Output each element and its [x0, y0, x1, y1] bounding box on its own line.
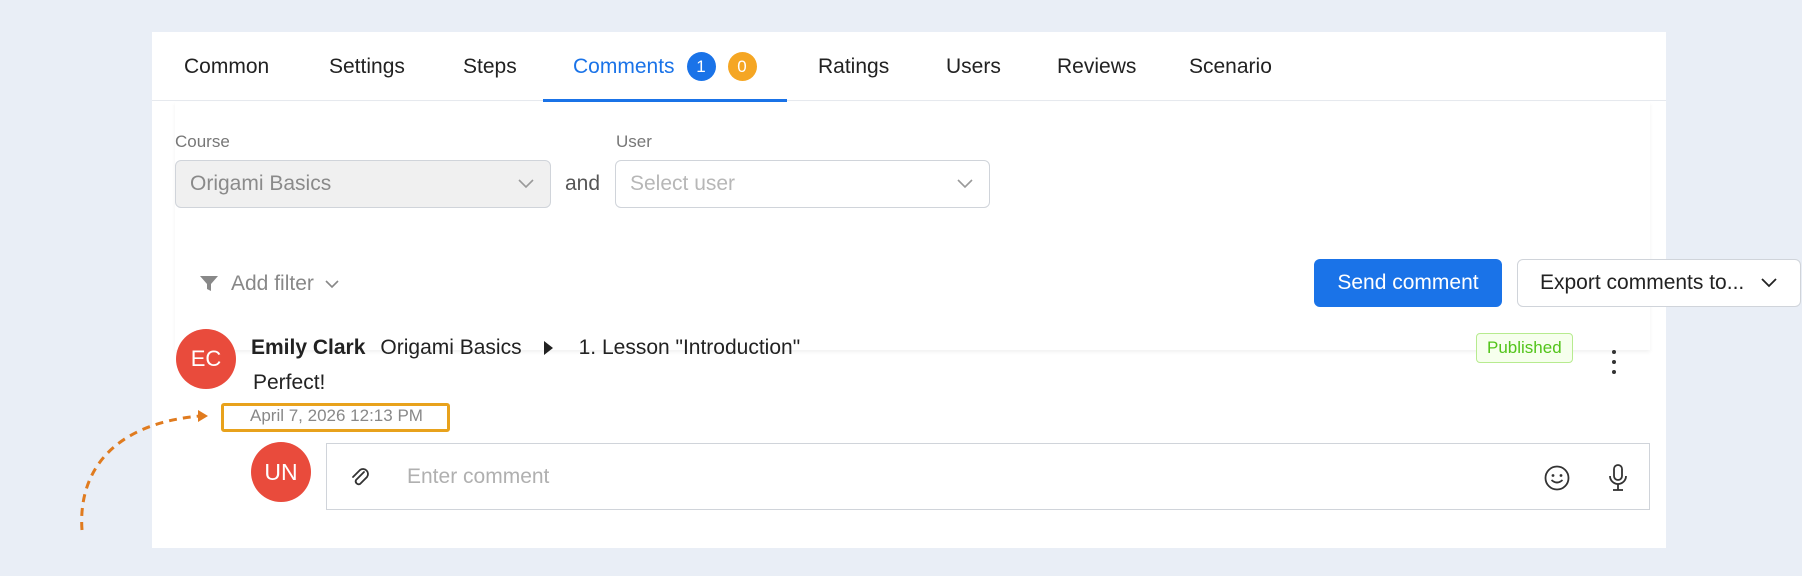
add-filter-button[interactable]: Add filter: [199, 272, 352, 296]
course-select: Origami Basics: [175, 160, 551, 208]
tab-reviews[interactable]: Reviews: [1057, 32, 1136, 101]
reply-box: [326, 443, 1650, 510]
course-panel: Common Settings Steps Comments 1 0 Ratin…: [152, 32, 1801, 548]
comments-pending-badge: 0: [727, 52, 757, 81]
user-select-placeholder: Select user: [630, 172, 736, 195]
tab-label: Settings: [329, 54, 405, 78]
tab-bar: Common Settings Steps Comments 1 0 Ratin…: [152, 32, 1666, 102]
tab-ratings[interactable]: Ratings: [818, 32, 889, 101]
comment-header: Emily Clark Origami Basics 1. Lesson "In…: [251, 336, 800, 360]
annotation-arrow: [80, 410, 208, 531]
filter-card: Course Origami Basics and User Select us…: [175, 102, 1801, 350]
status-badge: Published: [1476, 333, 1573, 363]
export-comments-button[interactable]: Export comments to...: [1517, 259, 1801, 307]
date-highlight-box: [221, 403, 450, 432]
comment-text: Perfect!: [253, 371, 326, 394]
tab-steps[interactable]: Steps: [463, 32, 517, 101]
tab-label: Steps: [463, 54, 517, 78]
tab-label: Users: [946, 54, 1001, 78]
funnel-icon: [200, 276, 218, 291]
tab-common[interactable]: Common: [184, 32, 269, 101]
user-field-label: User: [616, 132, 652, 151]
chevron-down-icon: [1761, 278, 1777, 288]
tab-label: Scenario: [1189, 54, 1272, 78]
tab-scenario[interactable]: Scenario: [1189, 32, 1272, 101]
course-select-value: Origami Basics: [190, 172, 332, 195]
comment-input[interactable]: [407, 458, 1487, 496]
breadcrumb-arrow-icon: [543, 341, 553, 355]
paperclip-icon[interactable]: [349, 466, 371, 490]
user-select[interactable]: Select user: [615, 160, 990, 208]
comment-lesson[interactable]: 1. Lesson "Introduction": [579, 336, 801, 360]
tab-label: Ratings: [818, 54, 890, 78]
current-user-avatar: UN: [251, 442, 311, 502]
send-comment-button[interactable]: Send comment: [1314, 259, 1502, 307]
comments-count-badge: 1: [686, 52, 716, 81]
export-comments-label: Export comments to...: [1540, 271, 1745, 294]
microphone-icon[interactable]: [1607, 463, 1629, 493]
and-connector: and: [565, 172, 601, 195]
tab-label: Reviews: [1057, 54, 1137, 78]
tab-label: Common: [184, 54, 270, 78]
tab-settings[interactable]: Settings: [329, 32, 405, 101]
chevron-down-icon: [518, 179, 534, 189]
comment-author[interactable]: Emily Clark: [251, 336, 365, 360]
chevron-down-icon: [325, 280, 339, 289]
tab-comments[interactable]: Comments 1 0: [543, 32, 786, 102]
chevron-down-icon: [957, 179, 973, 189]
smile-icon[interactable]: [1543, 464, 1571, 492]
more-vertical-icon[interactable]: [1604, 350, 1624, 374]
course-field-label: Course: [175, 132, 230, 151]
author-avatar: EC: [176, 329, 236, 389]
comment-course[interactable]: Origami Basics: [380, 336, 521, 360]
add-filter-label: Add filter: [231, 272, 314, 295]
tab-users[interactable]: Users: [946, 32, 1001, 101]
tab-label: Comments: [573, 54, 675, 78]
